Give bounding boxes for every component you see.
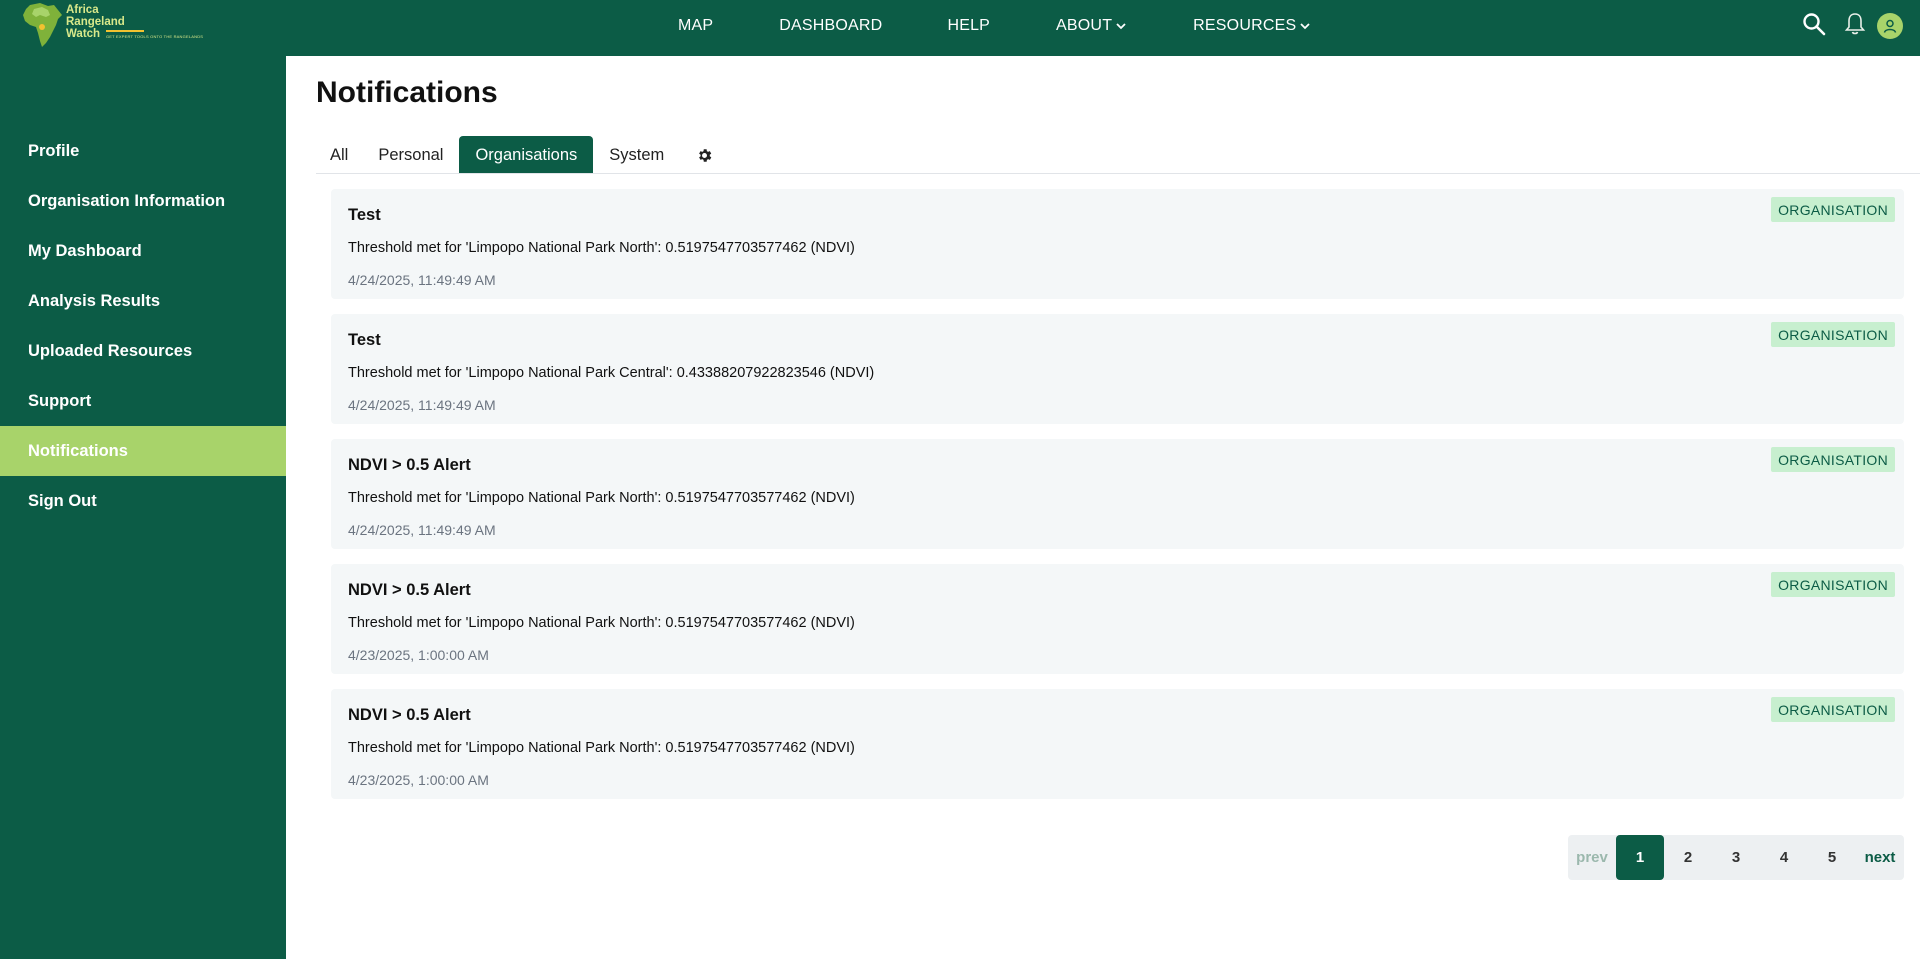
nav-help[interactable]: HELP — [947, 17, 990, 35]
pagination-page-2[interactable]: 2 — [1664, 835, 1712, 880]
nav-about-label: ABOUT — [1056, 17, 1113, 34]
notification-title: NDVI > 0.5 Alert — [348, 706, 471, 724]
tab-divider — [316, 173, 1920, 174]
nav-resources-label: RESOURCES — [1193, 17, 1297, 34]
notification-timestamp: 4/24/2025, 11:49:49 AM — [348, 522, 496, 538]
nav-dashboard-label: DASHBOARD — [779, 17, 883, 34]
sidebar-item-label: Sign Out — [28, 491, 97, 510]
notification-title: Test — [348, 331, 381, 349]
brand-name-line2: Rangeland — [66, 16, 125, 28]
notification-title: Test — [348, 206, 381, 224]
notification-type-badge: ORGANISATION — [1771, 197, 1895, 222]
main-nav: MAP DASHBOARD HELP ABOUT RESOURCES — [678, 0, 1310, 52]
tab-settings[interactable] — [680, 136, 729, 174]
pagination-prev-button[interactable]: prev — [1568, 835, 1616, 880]
pagination-page-1[interactable]: 1 — [1616, 835, 1664, 880]
sidebar-item-uploaded-resources[interactable]: Uploaded Resources — [0, 326, 286, 376]
notification-tabs: All Personal Organisations System — [316, 136, 729, 174]
pagination-next-button[interactable]: next — [1856, 835, 1904, 880]
sidebar: Profile Organisation Information My Dash… — [0, 56, 286, 959]
pagination: prev 1 2 3 4 5 next — [1568, 835, 1904, 880]
sidebar-item-label: My Dashboard — [28, 241, 142, 260]
sidebar-item-label: Notifications — [28, 441, 128, 460]
tab-label: Organisations — [475, 145, 578, 164]
brand-underline — [106, 30, 144, 32]
notification-timestamp: 4/23/2025, 1:00:00 AM — [348, 772, 489, 788]
notification-type-badge: ORGANISATION — [1771, 447, 1895, 472]
gear-icon — [699, 148, 712, 162]
main-content: Notifications All Personal Organisations… — [286, 56, 1920, 959]
notification-timestamp: 4/24/2025, 11:49:49 AM — [348, 397, 496, 413]
notification-message: Threshold met for 'Limpopo National Park… — [348, 490, 855, 506]
sidebar-item-profile[interactable]: Profile — [0, 126, 286, 176]
nav-resources[interactable]: RESOURCES — [1193, 17, 1310, 35]
tab-organisations[interactable]: Organisations — [459, 136, 594, 174]
nav-map-label: MAP — [678, 17, 714, 34]
notification-timestamp: 4/24/2025, 11:49:49 AM — [348, 272, 496, 288]
brand-logo[interactable]: Africa Rangeland Watch GET EXPERT TOOLS … — [18, 0, 208, 50]
africa-map-icon — [23, 3, 62, 47]
notification-card[interactable]: Test Threshold met for 'Limpopo National… — [331, 189, 1904, 299]
sidebar-item-my-dashboard[interactable]: My Dashboard — [0, 226, 286, 276]
nav-map[interactable]: MAP — [678, 17, 713, 35]
bell-icon[interactable] — [1844, 12, 1866, 36]
sidebar-item-support[interactable]: Support — [0, 376, 286, 426]
page-title: Notifications — [316, 76, 498, 109]
tab-all[interactable]: All — [316, 136, 362, 174]
notification-list: Test Threshold met for 'Limpopo National… — [331, 189, 1904, 814]
notification-card[interactable]: Test Threshold met for 'Limpopo National… — [331, 314, 1904, 424]
chevron-down-icon — [1116, 23, 1126, 30]
sidebar-menu: Profile Organisation Information My Dash… — [0, 126, 286, 526]
top-navbar: Africa Rangeland Watch GET EXPERT TOOLS … — [0, 0, 1920, 56]
pagination-page-4[interactable]: 4 — [1760, 835, 1808, 880]
pagination-page-3[interactable]: 3 — [1712, 835, 1760, 880]
sidebar-item-sign-out[interactable]: Sign Out — [0, 476, 286, 526]
notification-message: Threshold met for 'Limpopo National Park… — [348, 365, 875, 381]
notification-message: Threshold met for 'Limpopo National Park… — [348, 615, 855, 631]
sidebar-item-label: Support — [28, 391, 92, 410]
notification-title: NDVI > 0.5 Alert — [348, 581, 471, 599]
tab-personal[interactable]: Personal — [362, 136, 459, 174]
pagination-page-5[interactable]: 5 — [1808, 835, 1856, 880]
notification-card[interactable]: NDVI > 0.5 Alert Threshold met for 'Limp… — [331, 689, 1904, 799]
sidebar-item-label: Organisation Information — [28, 191, 226, 210]
sidebar-item-label: Profile — [28, 141, 80, 160]
notification-card[interactable]: NDVI > 0.5 Alert Threshold met for 'Limp… — [331, 439, 1904, 549]
notification-title: NDVI > 0.5 Alert — [348, 456, 471, 474]
notification-card[interactable]: NDVI > 0.5 Alert Threshold met for 'Limp… — [331, 564, 1904, 674]
notification-message: Threshold met for 'Limpopo National Park… — [348, 240, 855, 256]
sidebar-item-organisation-information[interactable]: Organisation Information — [0, 176, 286, 226]
sidebar-item-notifications[interactable]: Notifications — [0, 426, 286, 476]
nav-dashboard[interactable]: DASHBOARD — [779, 17, 882, 35]
tab-system[interactable]: System — [593, 136, 680, 174]
brand-name-line3: Watch — [66, 28, 101, 40]
tab-label: Personal — [378, 145, 444, 164]
user-icon — [1883, 19, 1897, 33]
notification-type-badge: ORGANISATION — [1771, 572, 1895, 597]
avatar[interactable] — [1877, 13, 1903, 39]
notification-type-badge: ORGANISATION — [1771, 697, 1895, 722]
search-icon[interactable] — [1802, 12, 1826, 36]
notification-timestamp: 4/23/2025, 1:00:00 AM — [348, 647, 489, 663]
tab-label: All — [330, 145, 349, 164]
notification-message: Threshold met for 'Limpopo National Park… — [348, 740, 855, 756]
tab-label: System — [609, 145, 665, 164]
brand-tagline: GET EXPERT TOOLS ONTO THE RANGELANDS — [106, 34, 204, 39]
chevron-down-icon — [1300, 23, 1310, 30]
notification-type-badge: ORGANISATION — [1771, 322, 1895, 347]
sidebar-item-analysis-results[interactable]: Analysis Results — [0, 276, 286, 326]
sidebar-item-label: Uploaded Resources — [28, 341, 193, 360]
brand-name-line1: Africa — [66, 4, 99, 16]
nav-help-label: HELP — [947, 17, 991, 34]
sidebar-item-label: Analysis Results — [28, 291, 161, 310]
nav-about[interactable]: ABOUT — [1056, 17, 1126, 35]
